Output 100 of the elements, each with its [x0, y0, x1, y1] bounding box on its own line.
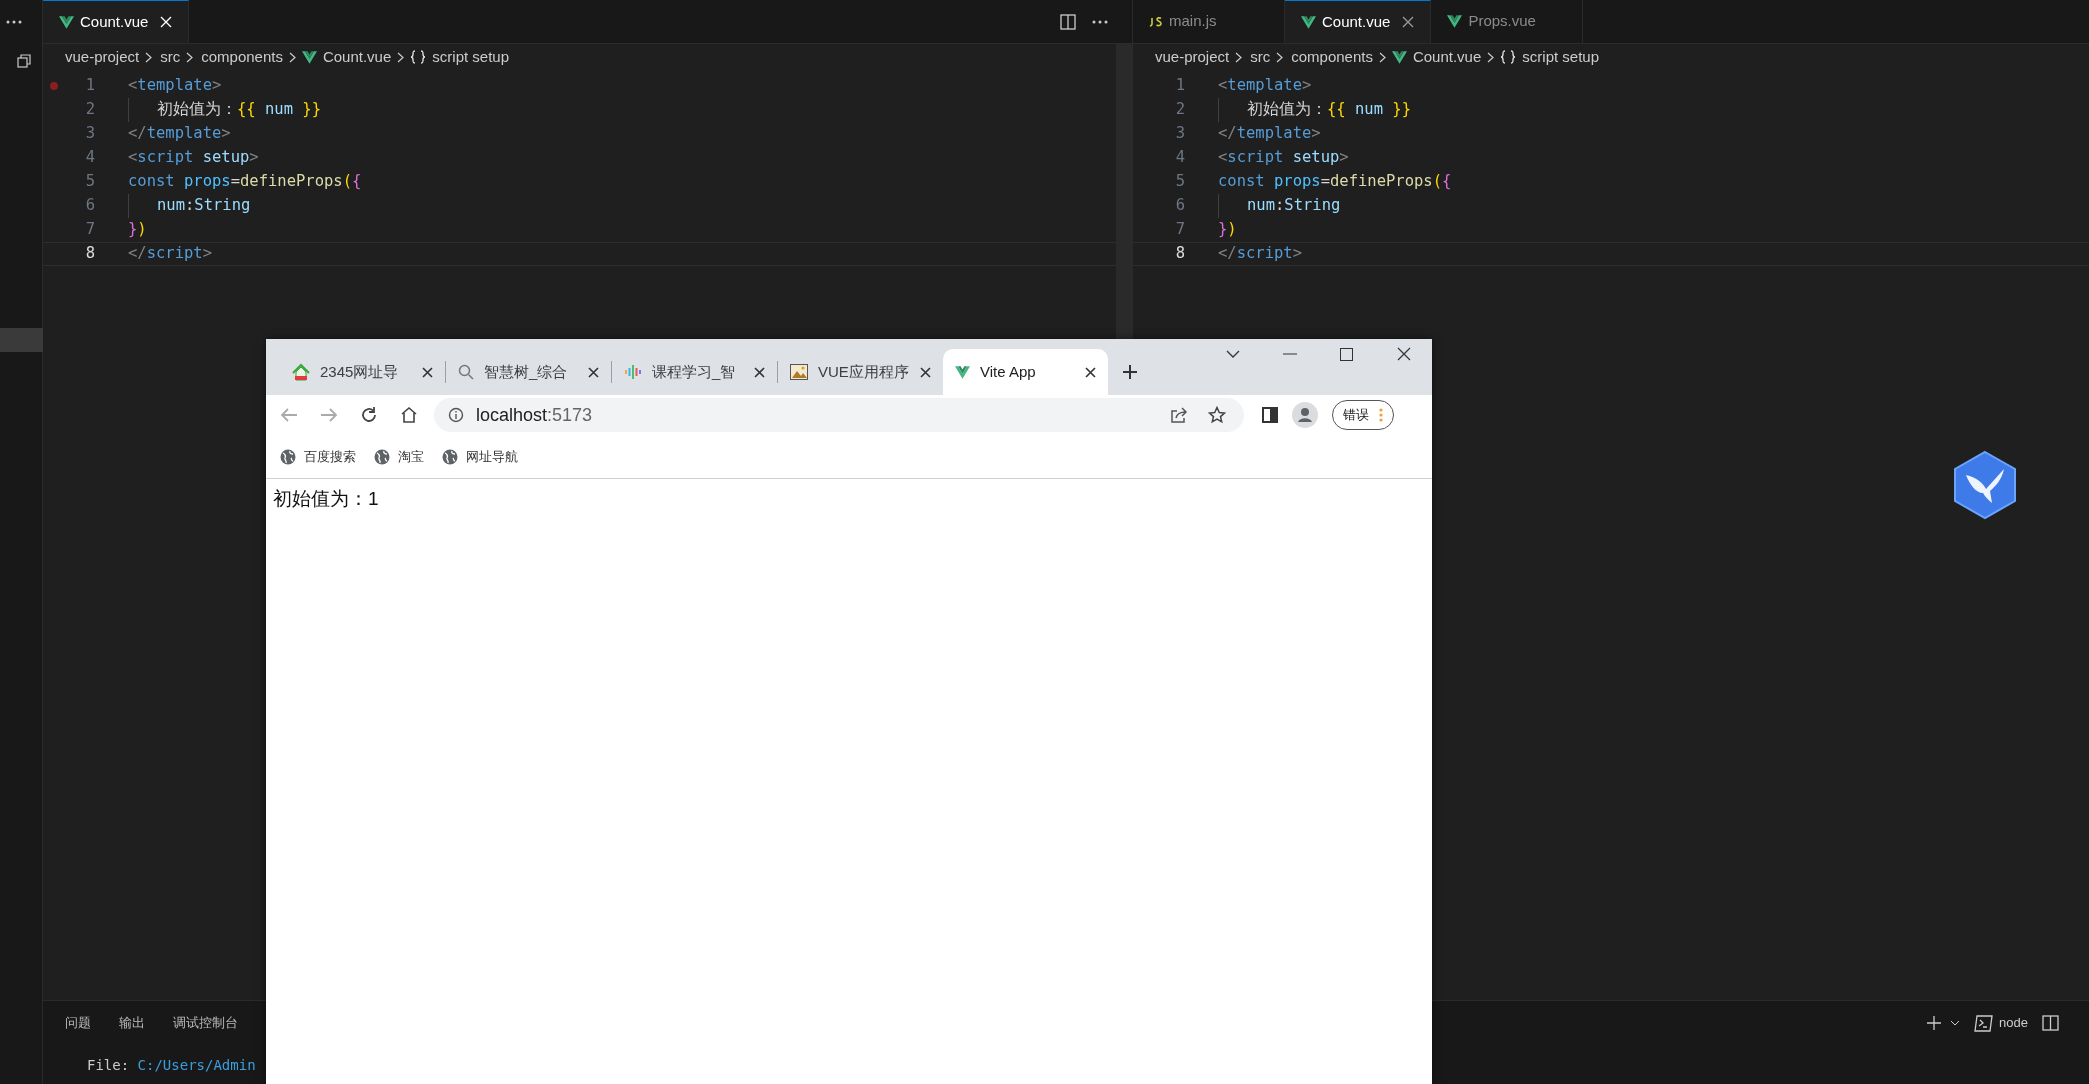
breadcrumb-item[interactable]: Count.vue: [322, 45, 392, 69]
panel-tab[interactable]: 调试控制台: [173, 1013, 238, 1033]
vue-logo-icon: [955, 365, 970, 379]
terminal-icon[interactable]: [1974, 1014, 1994, 1032]
address-bar[interactable]: localhost:5173: [434, 398, 1244, 432]
chevron-right-icon: [397, 51, 405, 63]
split-editor-icon[interactable]: [1060, 13, 1076, 30]
breadcrumb-item[interactable]: src: [1250, 45, 1271, 69]
vue-file-icon: [1391, 50, 1407, 64]
browser-tab[interactable]: VUE应用程序: [778, 349, 943, 395]
code-line: </template>: [128, 123, 231, 145]
code-line: <script setup>: [128, 147, 259, 169]
vue-file-icon: [1301, 15, 1316, 29]
terminal-label: File:: [87, 1056, 131, 1075]
editor-tab[interactable]: Count.vue: [43, 0, 190, 43]
url-host: localhost: [476, 404, 548, 425]
reload-icon[interactable]: [360, 406, 378, 424]
code-line: <template>: [128, 75, 222, 97]
more-icon: [1379, 408, 1383, 422]
line-number: 6: [84, 195, 95, 217]
bars-icon: [624, 365, 642, 379]
code-line: }): [1218, 219, 1237, 241]
url-port: :5173: [547, 404, 593, 425]
more-icon[interactable]: [6, 20, 22, 24]
code-line: 初始值为：{{ num }}: [1247, 99, 1411, 121]
minimize-icon[interactable]: [1282, 353, 1297, 355]
floating-app-icon[interactable]: [1952, 450, 2018, 520]
breadcrumb-item[interactable]: vue-project: [65, 45, 140, 69]
chevron-right-icon: [145, 51, 153, 63]
copy-icon[interactable]: [17, 54, 31, 68]
image-icon: [790, 364, 808, 380]
close-icon[interactable]: [588, 366, 599, 378]
share-icon[interactable]: [1170, 407, 1188, 423]
breadcrumb-item[interactable]: vue-project: [1155, 45, 1230, 69]
editor-tab[interactable]: Count.vue: [1285, 0, 1432, 43]
chevron-right-icon: [1378, 51, 1386, 63]
star-icon[interactable]: [1208, 406, 1226, 424]
bookmark[interactable]: 网址导航: [442, 446, 518, 467]
globe-icon: [374, 448, 390, 465]
breadcrumb-item[interactable]: script setup: [432, 45, 509, 69]
editor-tab[interactable]: Props.vue: [1431, 0, 1584, 43]
code-line: </template>: [1218, 123, 1321, 145]
close-icon[interactable]: [422, 366, 433, 378]
info-icon[interactable]: [448, 407, 464, 423]
close-icon[interactable]: [1396, 347, 1411, 361]
bookmark[interactable]: 淘宝: [374, 446, 424, 467]
js-file-icon: [1149, 16, 1163, 27]
browser-tab[interactable]: Vite App: [943, 349, 1108, 395]
page-text: 初始值为：1: [273, 488, 379, 509]
house-icon: [292, 363, 310, 381]
line-number: 2: [84, 99, 95, 121]
line-number: 4: [84, 147, 95, 169]
breadcrumb-item[interactable]: src: [160, 45, 181, 69]
globe-icon: [442, 448, 458, 465]
maximize-icon[interactable]: [1340, 347, 1353, 361]
breadcrumb-item[interactable]: components: [1291, 45, 1373, 69]
home-icon[interactable]: [400, 406, 418, 424]
braces-icon: [1500, 50, 1517, 64]
breadcrumb-item[interactable]: Count.vue: [1412, 45, 1482, 69]
close-icon[interactable]: [920, 366, 931, 378]
chevron-down-icon[interactable]: [1226, 350, 1240, 358]
vue-file-icon: [59, 15, 74, 29]
line-number: 5: [84, 171, 95, 193]
split-panel-icon[interactable]: [2042, 1015, 2059, 1031]
breadcrumb-item[interactable]: components: [201, 45, 283, 69]
code-line: const props=defineProps({: [1218, 171, 1452, 193]
add-icon[interactable]: [1926, 1015, 1943, 1031]
close-icon[interactable]: [1085, 366, 1096, 378]
line-number: 8: [84, 243, 95, 265]
chevron-right-icon: [1487, 51, 1495, 63]
terminal-name[interactable]: node: [1999, 1013, 2028, 1033]
code-line: const props=defineProps({: [128, 171, 362, 193]
line-number: 1: [84, 75, 95, 97]
line-number: 3: [1174, 123, 1185, 145]
code-line: </script>: [128, 243, 212, 265]
panel-tab[interactable]: 输出: [119, 1013, 145, 1033]
vue-file-icon: [1447, 15, 1463, 28]
side-panel-icon[interactable]: [1262, 407, 1278, 423]
breadcrumb-item[interactable]: script setup: [1522, 45, 1599, 69]
bookmark[interactable]: 百度搜索: [280, 446, 356, 467]
line-number: 7: [1174, 219, 1185, 241]
close-icon[interactable]: [754, 366, 765, 378]
chevron-right-icon: [288, 51, 296, 63]
scrollbar[interactable]: [1116, 44, 1132, 340]
chevron-right-icon: [1276, 51, 1284, 63]
terminal-path: C:/Users/Admin: [137, 1056, 256, 1075]
line-number: 1: [1174, 75, 1185, 97]
vue-file-icon: [301, 50, 317, 64]
code-line: <template>: [1218, 75, 1312, 97]
close-icon[interactable]: [1402, 16, 1415, 28]
search-icon: [458, 364, 474, 380]
new-tab-icon[interactable]: [1122, 364, 1138, 380]
line-number: 3: [84, 123, 95, 145]
browser-tab[interactable]: 智慧树_综合: [446, 349, 611, 395]
line-number: 6: [1174, 195, 1185, 217]
profile-icon[interactable]: [1292, 402, 1318, 428]
browser-tab[interactable]: 课程学习_智: [612, 349, 777, 395]
more-icon[interactable]: [1092, 19, 1108, 24]
panel-tab[interactable]: 问题: [65, 1013, 91, 1033]
browser-tab[interactable]: 2345网址导: [280, 349, 445, 395]
